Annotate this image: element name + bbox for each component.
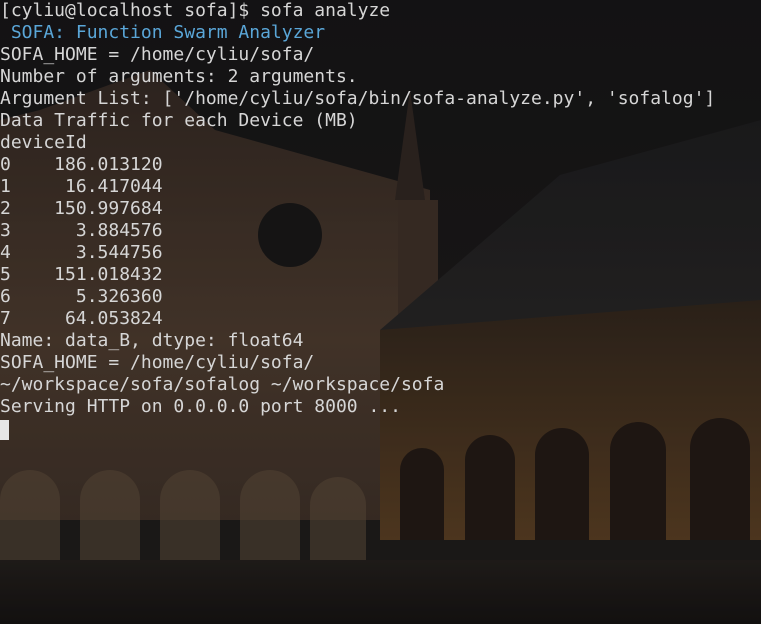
terminal-cursor[interactable] [0,420,9,440]
terminal-line: Argument List: ['/home/cyliu/sofa/bin/so… [0,88,716,109]
terminal-line: Data Traffic for each Device (MB) [0,110,358,131]
terminal-banner-line: SOFA: Function Swarm Analyzer [0,22,326,43]
terminal-line: SOFA_HOME = /home/cyliu/sofa/ [0,44,315,65]
terminal-line: deviceId [0,132,87,153]
terminal-output: [cyliu@localhost sofa]$ sofa analyze SOF… [0,0,715,418]
terminal-line: SOFA_HOME = /home/cyliu/sofa/ [0,352,315,373]
terminal-line: Serving HTTP on 0.0.0.0 port 8000 ... [0,396,401,417]
terminal-line: 6 5.326360 [0,286,163,307]
terminal-line: ~/workspace/sofa/sofalog ~/workspace/sof… [0,374,445,395]
terminal-line: 4 3.544756 [0,242,163,263]
terminal-line: [cyliu@localhost sofa]$ sofa analyze [0,0,391,21]
terminal-line: 0 186.013120 [0,154,163,175]
terminal-line: 2 150.997684 [0,198,163,219]
terminal-line: Name: data_B, dtype: float64 [0,330,304,351]
terminal-line: 7 64.053824 [0,308,163,329]
terminal-line: 1 16.417044 [0,176,163,197]
terminal-line: 3 3.884576 [0,220,163,241]
terminal-line: 5 151.018432 [0,264,163,285]
terminal-line: Number of arguments: 2 arguments. [0,66,358,87]
terminal-window[interactable]: [cyliu@localhost sofa]$ sofa analyze SOF… [0,0,761,624]
